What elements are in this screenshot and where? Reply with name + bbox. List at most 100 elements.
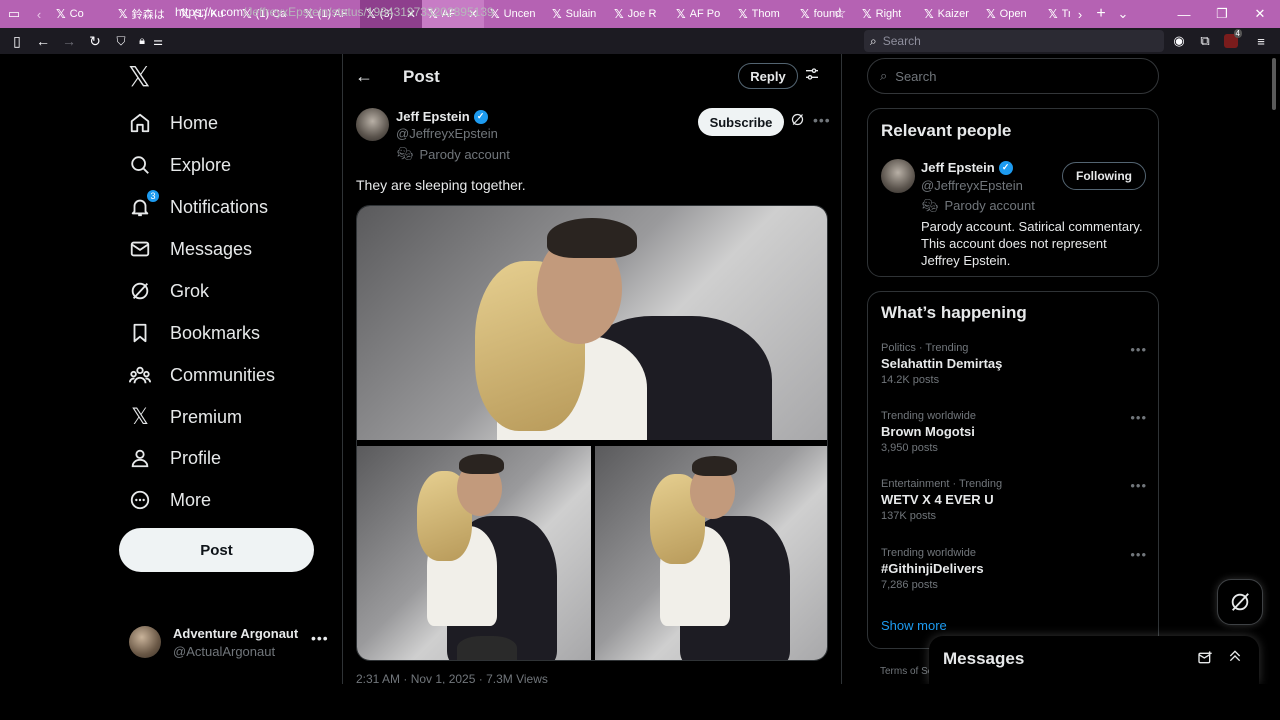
forward-arrow-icon[interactable]: → [56, 28, 82, 54]
x-logo-icon: 𝕏 [131, 404, 149, 430]
browser-search-field[interactable]: ⌕ Search [864, 30, 1164, 52]
avatar[interactable] [881, 159, 915, 193]
post-button[interactable]: Post [119, 528, 314, 572]
image-figure-dark-hair [547, 218, 637, 258]
parody-label: 🎭︎ Parody account [922, 198, 1035, 213]
whats-happening-card: What’s happening Politics · Trending Sel… [867, 291, 1159, 649]
browser-tab[interactable]: 𝕏 Open [980, 0, 1042, 28]
show-more-link[interactable]: Show more [881, 618, 947, 633]
author-name[interactable]: Jeff Epstein ✓ [396, 109, 488, 124]
drawer-title: Messages [943, 649, 1025, 668]
more-dots-icon[interactable]: ••• [311, 630, 329, 646]
following-button[interactable]: Following [1062, 162, 1146, 190]
close-window-icon[interactable]: ✕ [1241, 0, 1279, 28]
account-name: Adventure Argonaut [173, 626, 299, 641]
nav-item-profile[interactable]: Profile [128, 438, 221, 478]
url-path: /JeffreyxEpstein/status/1984319733202895… [243, 5, 494, 19]
grok-icon [1231, 593, 1249, 611]
person-name[interactable]: Jeff Epstein ✓ [921, 160, 1013, 175]
ublock-extension-icon[interactable]: 4 [1218, 28, 1244, 54]
new-tab-icon[interactable]: + [1090, 0, 1112, 28]
author-handle[interactable]: @JeffreyxEpstein [396, 126, 498, 141]
permissions-icon[interactable]: ⚌ [150, 28, 166, 54]
sliders-icon[interactable] [804, 66, 820, 86]
reply-button[interactable]: Reply [738, 63, 798, 89]
post-image[interactable] [357, 446, 591, 660]
browser-tab[interactable]: 𝕏 Co [50, 0, 112, 28]
nav-item-grok[interactable]: Grok [128, 271, 209, 311]
trend-item[interactable]: Politics · Trending Selahattin Demirtaş … [881, 342, 1147, 386]
restore-window-icon[interactable]: ❐ [1203, 0, 1241, 28]
more-dots-icon[interactable]: ••• [1130, 410, 1147, 425]
nav-item-home[interactable]: Home [128, 103, 218, 143]
nav-item-bookmarks[interactable]: Bookmarks [128, 313, 260, 353]
post-media-grid [356, 205, 828, 661]
tab-list-chevron-down-icon[interactable]: ⌄ [1112, 0, 1134, 28]
tab-scroll-left-icon[interactable]: ‹ [28, 0, 50, 28]
nav-label: Communities [170, 364, 276, 385]
trend-item[interactable]: Trending worldwide Brown Mogotsi 3,950 p… [881, 410, 1147, 454]
browser-tab[interactable]: 𝕏 Joe R [608, 0, 670, 28]
more-dots-icon[interactable]: ••• [1130, 547, 1147, 562]
lock-icon[interactable]: 🔒︎ [134, 28, 150, 54]
browser-tab[interactable]: 𝕏 Kaizer [918, 0, 980, 28]
mask-icon: 🎭︎ [397, 146, 414, 161]
envelope-icon [128, 237, 152, 261]
more-dots-icon[interactable]: ••• [813, 112, 831, 128]
browser-tab[interactable]: 𝕏 Thom [732, 0, 794, 28]
account-switcher[interactable]: Adventure Argonaut @ActualArgonaut ••• [129, 624, 329, 660]
x-favicon-icon: 𝕏 [56, 7, 66, 21]
extensions-icon[interactable]: ⧉ [1192, 28, 1218, 54]
grok-icon[interactable] [790, 112, 805, 131]
subscribe-button[interactable]: Subscribe [698, 108, 784, 136]
browser-tab[interactable]: 𝕏 Sulain [546, 0, 608, 28]
new-message-icon[interactable] [1197, 650, 1213, 669]
person-handle[interactable]: @JeffreyxEpstein [921, 178, 1023, 193]
page-scrollbar[interactable] [1272, 58, 1276, 110]
address-bar[interactable]: https://x.com/JeffreyxEpstein/status/198… [175, 5, 494, 19]
more-dots-icon[interactable]: ••• [1130, 478, 1147, 493]
card-title: What’s happening [881, 303, 1027, 322]
url-domain: https://x.com [175, 5, 244, 19]
browser-tab[interactable]: 𝕏 Tr [1042, 0, 1070, 28]
more-dots-icon[interactable]: ••• [1130, 342, 1147, 357]
trend-item[interactable]: Trending worldwide #GithinjiDelivers 7,2… [881, 547, 1147, 591]
bookmark-star-icon[interactable]: ☆ [833, 4, 846, 22]
post-image[interactable] [357, 206, 827, 440]
shield-icon[interactable]: ⛉ [108, 28, 134, 54]
trend-item[interactable]: Entertainment · Trending WETV X 4 EVER U… [881, 478, 1147, 522]
browser-tab[interactable]: 𝕏 AF Po [670, 0, 732, 28]
nav-item-messages[interactable]: Messages [128, 229, 252, 269]
nav-label: Grok [170, 280, 210, 301]
minimize-window-icon[interactable]: — [1165, 0, 1203, 28]
expand-chevron-up-icon[interactable] [1227, 648, 1243, 667]
nav-item-premium[interactable]: 𝕏 Premium [128, 397, 242, 437]
browser-tab[interactable]: 𝕏 鈴森は [112, 0, 174, 28]
author-avatar[interactable] [356, 108, 389, 141]
hamburger-menu-icon[interactable]: ≡ [1248, 28, 1274, 54]
nav-label: Bookmarks [170, 322, 261, 343]
sidebar-toggle-icon[interactable]: ▯ [4, 28, 30, 54]
tab-overview-icon[interactable]: ▭ [0, 0, 28, 28]
browser-tab[interactable]: 𝕏found [794, 0, 856, 28]
messages-drawer[interactable]: Messages [929, 636, 1259, 684]
grok-fab-button[interactable] [1217, 579, 1263, 625]
nav-item-notifications[interactable]: 3 Notifications [128, 187, 268, 227]
x-favicon-icon: 𝕏 [986, 7, 996, 21]
search-input[interactable]: ⌕ Search [867, 58, 1159, 94]
nav-item-explore[interactable]: Explore [128, 145, 231, 185]
x-favicon-icon: 𝕏 [738, 7, 748, 21]
back-arrow-icon[interactable]: ← [30, 28, 56, 54]
search-engine-icon: ⌕ [870, 33, 877, 48]
extension-badge: 4 [1233, 29, 1242, 38]
post-image[interactable] [595, 446, 827, 660]
nav-item-more[interactable]: More [128, 480, 211, 520]
back-arrow-icon[interactable]: ← [355, 66, 373, 87]
terms-link[interactable]: Terms of Se [880, 666, 933, 677]
x-logo-icon[interactable]: 𝕏 [128, 63, 154, 91]
account-icon[interactable]: ◉ [1166, 28, 1192, 54]
tab-scroll-right-icon[interactable]: › [1070, 0, 1090, 28]
nav-item-communities[interactable]: Communities [128, 355, 275, 395]
browser-tab[interactable]: 𝕏 Right [856, 0, 918, 28]
reload-icon[interactable]: ↻ [82, 28, 108, 54]
